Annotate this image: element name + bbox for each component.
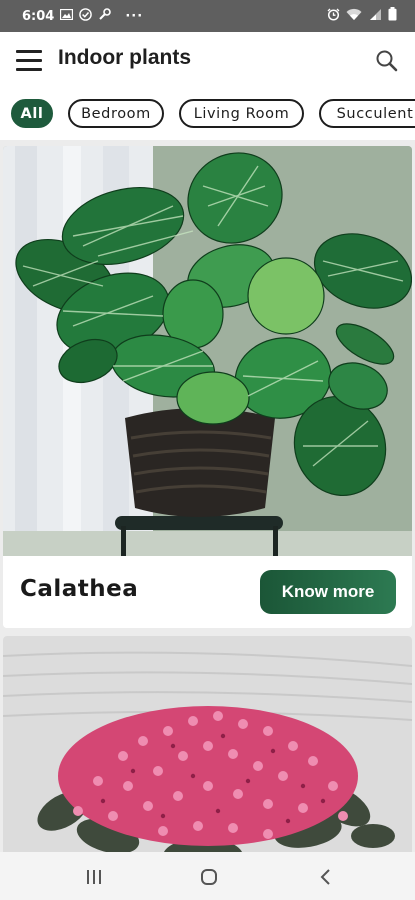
status-bar-left: 6:04 ··· bbox=[22, 0, 143, 32]
battery-icon bbox=[388, 7, 397, 25]
hamburger-menu-icon[interactable] bbox=[16, 50, 42, 72]
wifi-icon bbox=[346, 8, 362, 25]
alarm-icon bbox=[327, 8, 340, 25]
home-icon[interactable] bbox=[197, 866, 221, 888]
status-bar: 6:04 ··· bbox=[0, 0, 415, 32]
chip-living-room[interactable]: Living Room bbox=[179, 99, 304, 128]
status-bar-right bbox=[327, 0, 397, 32]
plant-image bbox=[3, 636, 412, 876]
check-circle-icon bbox=[79, 7, 93, 25]
know-more-button[interactable]: Know more bbox=[260, 570, 396, 614]
plant-card[interactable] bbox=[3, 636, 412, 876]
system-nav-bar bbox=[0, 852, 415, 900]
app-bar: Indoor plants bbox=[0, 32, 415, 90]
chip-all[interactable]: All bbox=[11, 99, 53, 128]
back-icon[interactable] bbox=[314, 866, 338, 888]
recent-apps-icon[interactable] bbox=[82, 866, 106, 888]
page-title: Indoor plants bbox=[58, 46, 191, 69]
plant-card-footer: Calathea Know more bbox=[3, 556, 412, 628]
plant-card[interactable]: Calathea Know more bbox=[3, 146, 412, 628]
plant-name: Calathea bbox=[20, 576, 139, 602]
status-time: 6:04 bbox=[22, 8, 55, 24]
chip-succulent[interactable]: Succulent bbox=[319, 99, 415, 128]
plant-image bbox=[3, 146, 412, 556]
search-icon[interactable] bbox=[374, 48, 400, 74]
wrench-icon bbox=[98, 7, 112, 25]
chip-bedroom[interactable]: Bedroom bbox=[68, 99, 164, 128]
signal-icon bbox=[368, 8, 382, 25]
filter-chips: All Bedroom Living Room Succulent bbox=[0, 90, 415, 140]
image-icon bbox=[60, 8, 74, 24]
status-more-indicator: ··· bbox=[125, 8, 144, 24]
